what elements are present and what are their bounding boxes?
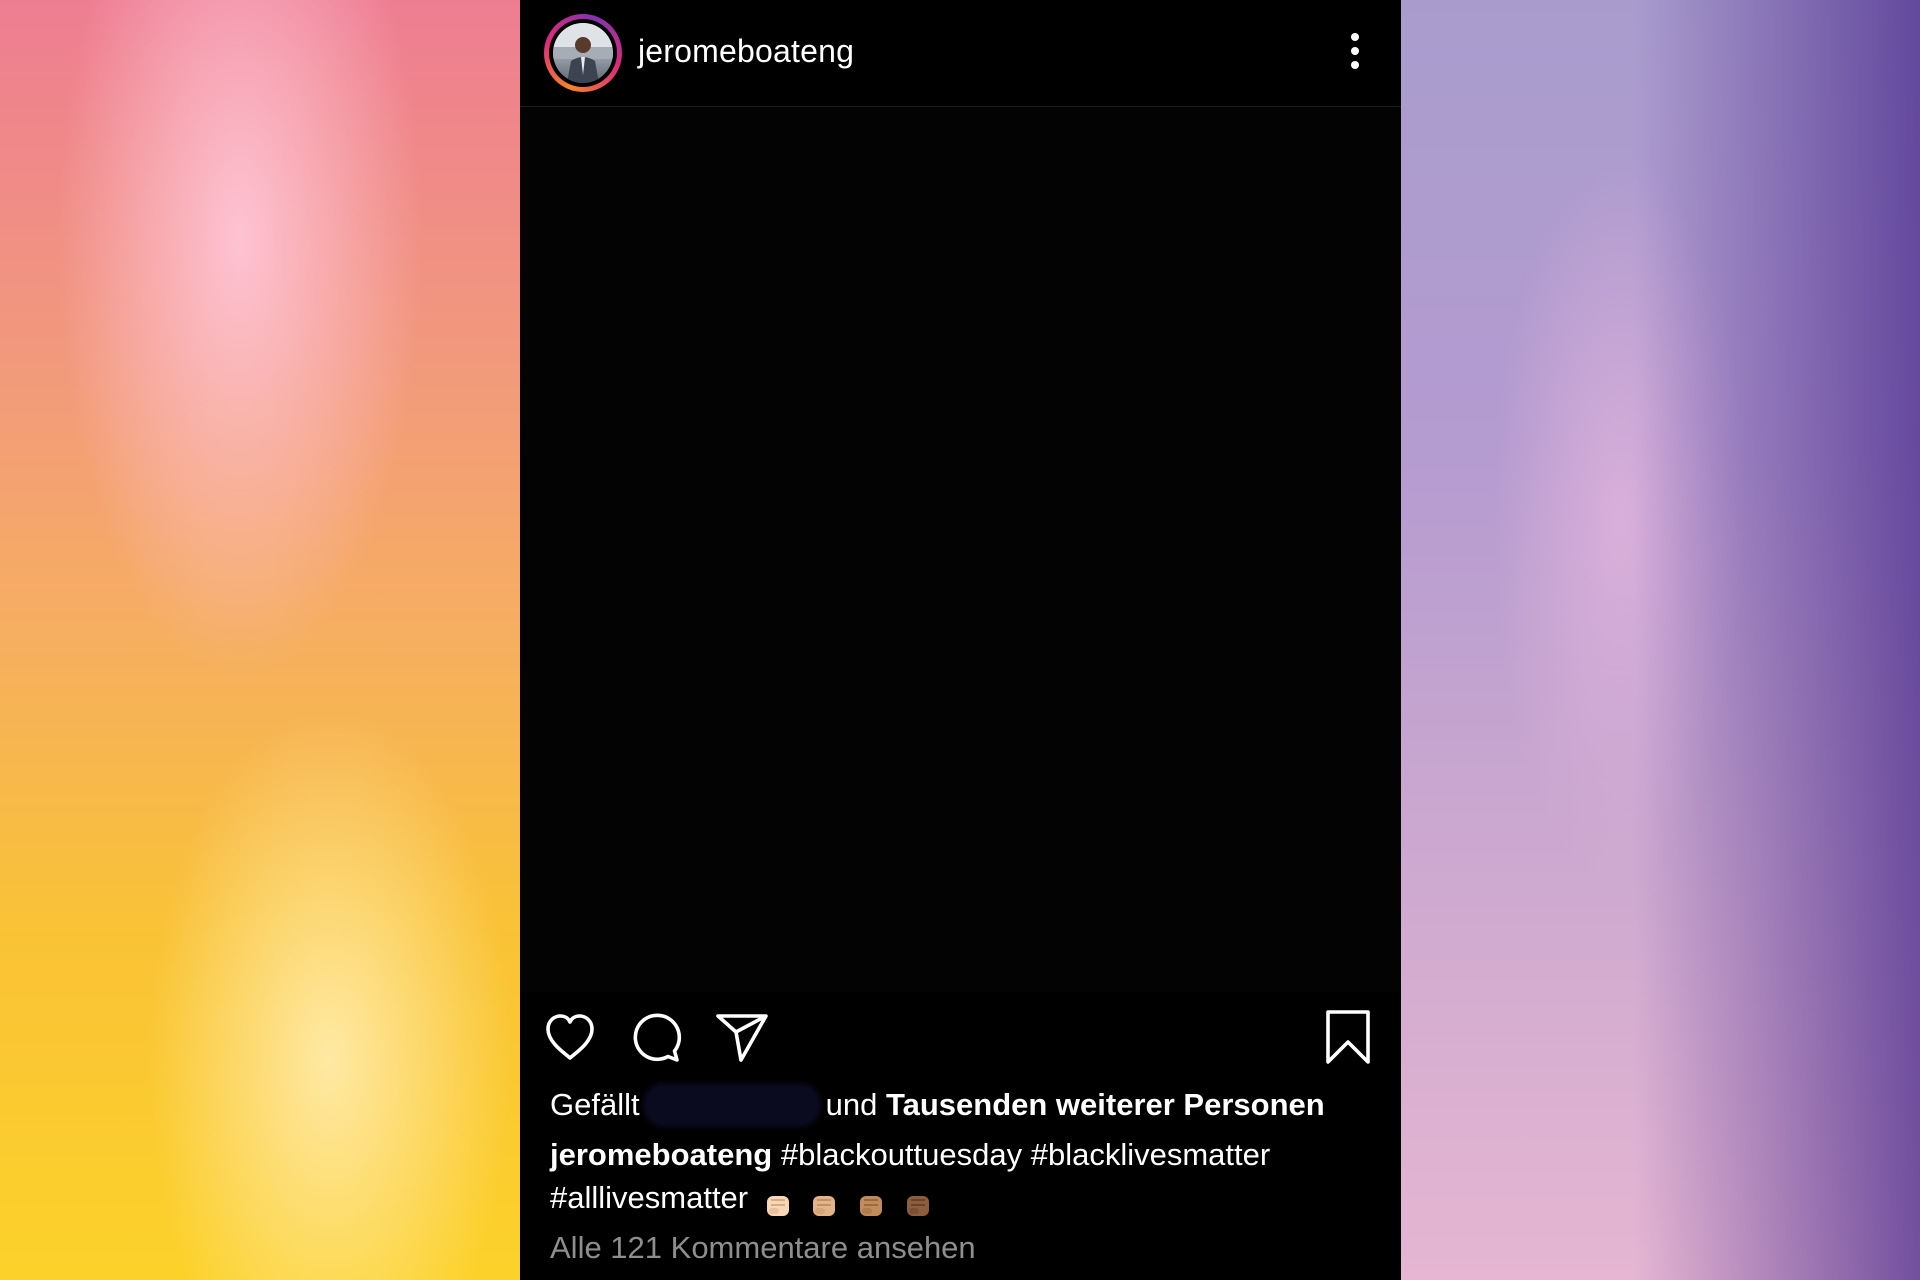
post-image-black[interactable]	[520, 107, 1401, 992]
avatar-ring-gap	[549, 19, 617, 87]
fist-emoji-row	[763, 1181, 941, 1224]
fist-emoji-icon	[766, 1195, 789, 1216]
fist-emoji-icon	[906, 1195, 929, 1216]
view-all-comments-link[interactable]: Alle 121 Kommentare ansehen	[550, 1230, 976, 1266]
caption-username[interactable]: jeromeboateng	[550, 1137, 772, 1172]
likes-connector: und	[825, 1087, 878, 1122]
save-button[interactable]	[1320, 1010, 1376, 1066]
more-options-button[interactable]	[1340, 30, 1370, 74]
bookmark-icon	[1326, 1010, 1370, 1064]
fist-emoji-icon	[813, 1195, 836, 1216]
post-header: jeromeboateng	[520, 0, 1401, 107]
comment-button[interactable]	[628, 1010, 684, 1066]
fist-emoji-icon	[860, 1195, 882, 1216]
likes-line[interactable]: Gefällt und Tausenden weiterer Personen	[550, 1086, 1325, 1124]
instagram-post-screen: jeromeboateng Gefällt und Tausenden weit…	[520, 0, 1401, 1280]
header-username[interactable]: jeromeboateng	[638, 33, 854, 70]
caption: jeromeboateng #blackouttuesday #blackliv…	[550, 1133, 1370, 1224]
likes-others: Tausenden weiterer Personen	[885, 1087, 1325, 1122]
more-vertical-icon	[1351, 33, 1359, 69]
share-button[interactable]	[714, 1010, 770, 1066]
background-gradient-right	[1400, 0, 1920, 1280]
like-button[interactable]	[542, 1010, 598, 1066]
heart-icon	[546, 1014, 594, 1060]
caption-hashtags-line1[interactable]: #blackouttuesday #blacklivesmatter	[781, 1137, 1270, 1172]
comment-bubble-icon	[633, 1013, 682, 1062]
likes-prefix: Gefällt	[550, 1087, 640, 1122]
redacted-username	[645, 1086, 818, 1124]
caption-hashtags-line2[interactable]: #alllivesmatter	[550, 1180, 748, 1215]
avatar-photo	[553, 23, 613, 83]
avatar[interactable]	[544, 14, 622, 92]
person-silhouette-icon	[553, 23, 613, 83]
send-paper-plane-icon	[716, 1014, 768, 1062]
